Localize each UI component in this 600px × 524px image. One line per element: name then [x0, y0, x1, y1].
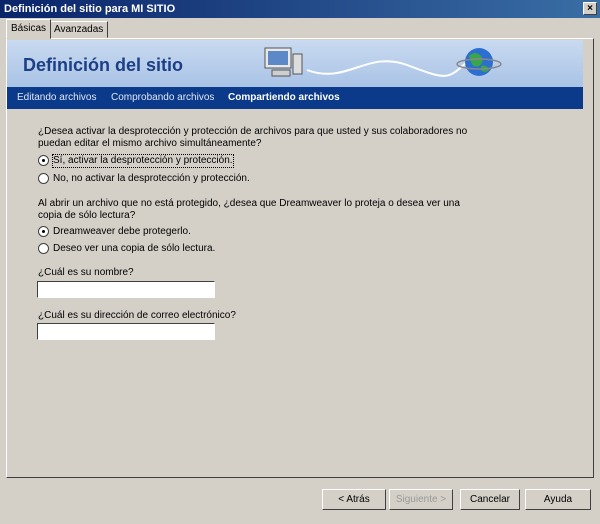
question2-line1: Al abrir un archivo que no está protegid… [38, 198, 460, 209]
step-comprobando: Comprobando archivos [111, 92, 215, 103]
cancel-button[interactable]: Cancelar [460, 489, 520, 510]
tab-avanzadas[interactable]: Avanzadas [49, 21, 109, 38]
tab-avanzadas-label: Avanzadas [54, 24, 104, 35]
tab-basicas-label: Básicas [11, 23, 47, 34]
radio-no-activar[interactable] [38, 173, 49, 184]
computer-icon [264, 47, 303, 77]
radio-solo-lectura-label[interactable]: Deseo ver una copia de sólo lectura. [53, 243, 215, 255]
radio-proteger-label[interactable]: Dreamweaver debe protegerlo. [53, 226, 191, 238]
radio-solo-lectura[interactable] [38, 243, 49, 254]
tab-basicas[interactable]: Básicas [6, 19, 52, 39]
name-input[interactable] [37, 281, 215, 298]
next-button[interactable]: Siguiente > [389, 489, 453, 510]
network-illustration [264, 47, 502, 77]
globe-icon [456, 48, 502, 76]
name-label: ¿Cuál es su nombre? [38, 267, 134, 278]
close-icon[interactable]: × [583, 2, 597, 15]
radio-proteger[interactable] [38, 226, 49, 237]
radio-no-activar-label[interactable]: No, no activar la desprotección y protec… [53, 173, 250, 185]
radio-activar[interactable] [38, 155, 49, 166]
help-button[interactable]: Ayuda [525, 489, 591, 510]
radio-activar-label[interactable]: Sí, activar la desprotección y protecció… [52, 154, 234, 168]
banner: Definición del sitio [7, 40, 583, 87]
site-definition-dialog: Definición del sitio para MI SITIO × Bás… [0, 0, 600, 524]
title-bar[interactable]: Definición del sitio para MI SITIO × [0, 0, 600, 18]
question1-line2: puedan editar el mismo archivo simultáne… [38, 138, 262, 149]
question1-line1: ¿Desea activar la desprotección y protec… [38, 126, 468, 137]
window-title: Definición del sitio para MI SITIO [4, 3, 176, 15]
question2-line2: copia de sólo lectura? [38, 210, 136, 221]
email-input[interactable] [37, 323, 215, 340]
wizard-steps-bar: Editando archivos Comprobando archivos C… [7, 87, 583, 109]
step-compartiendo: Compartiendo archivos [228, 92, 340, 103]
email-label: ¿Cuál es su dirección de correo electrón… [38, 310, 236, 321]
step-editando: Editando archivos [17, 92, 97, 103]
back-button[interactable]: < Atrás [322, 489, 386, 510]
